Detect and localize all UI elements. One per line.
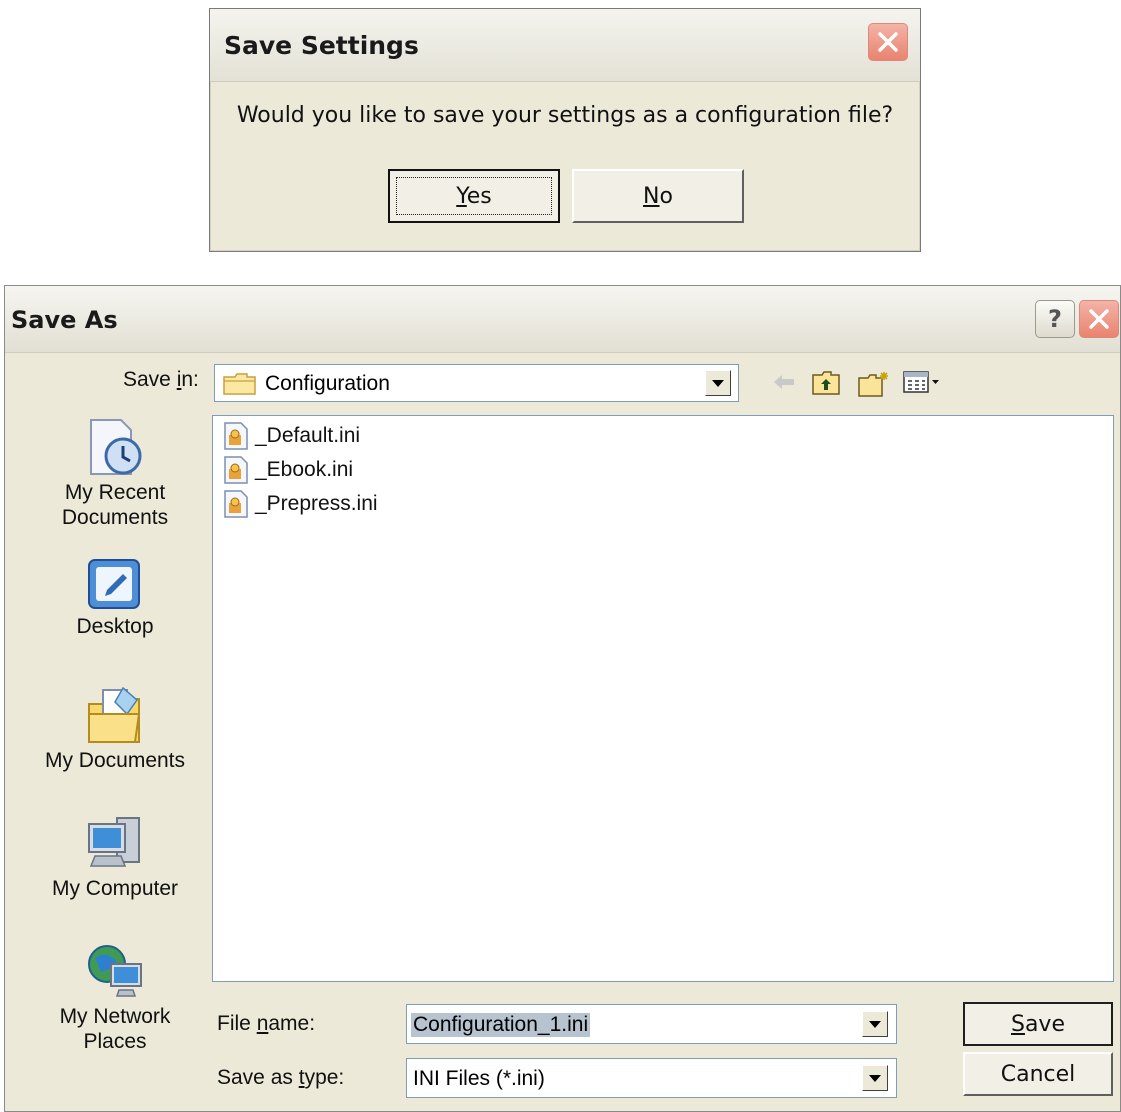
save-as-type-dropdown[interactable]: INI Files (*.ini) xyxy=(406,1058,897,1098)
save-as-type-value: INI Files (*.ini) xyxy=(413,1067,545,1090)
focus-rectangle xyxy=(396,177,552,215)
cancel-button[interactable]: Cancel xyxy=(963,1052,1113,1096)
help-icon: ? xyxy=(1048,305,1062,333)
close-button[interactable] xyxy=(1079,300,1119,338)
save-accelerator: S xyxy=(1010,1011,1025,1037)
save-in-label-b: n: xyxy=(181,368,199,391)
save-in-value: Configuration xyxy=(265,372,390,395)
save-in-dropdown[interactable]: Configuration xyxy=(214,364,739,402)
up-folder-icon[interactable] xyxy=(811,370,841,396)
list-item[interactable]: _Prepress.ini xyxy=(221,488,378,520)
views-menu-icon[interactable] xyxy=(903,370,943,396)
place-my-network-places[interactable]: My Network Places xyxy=(35,940,195,1054)
save-as-type-label-b: ype: xyxy=(304,1066,345,1089)
place-my-recent-documents[interactable]: My Recent Documents xyxy=(35,416,195,530)
no-button[interactable]: No xyxy=(572,169,744,223)
desktop-icon xyxy=(88,559,140,609)
close-icon xyxy=(1089,309,1109,329)
no-accelerator: N xyxy=(643,183,660,209)
my-documents-icon xyxy=(88,686,141,743)
place-label: My Network xyxy=(59,1005,171,1028)
file-name-input[interactable]: Configuration_1.ini xyxy=(406,1004,897,1044)
list-item[interactable]: _Ebook.ini xyxy=(221,454,353,486)
file-name: _Default.ini xyxy=(255,424,361,447)
file-name: _Prepress.ini xyxy=(255,492,378,515)
my-computer-icon xyxy=(88,817,140,867)
place-label: Places xyxy=(83,1030,147,1053)
chevron-down-icon[interactable] xyxy=(862,1011,888,1037)
no-label-rest: o xyxy=(659,183,673,209)
close-button[interactable] xyxy=(868,23,908,61)
save-as-type-label: Save as type: xyxy=(217,1066,344,1090)
save-label-rest: ave xyxy=(1024,1011,1065,1037)
place-my-computer[interactable]: My Computer xyxy=(35,812,195,901)
save-in-label: Save in: xyxy=(123,368,199,392)
ini-file-icon xyxy=(224,456,248,484)
save-as-title: Save As xyxy=(11,306,118,334)
yes-button[interactable]: Yes xyxy=(388,169,560,223)
save-as-dialog: Save As ? Save in: Configuration My Rece… xyxy=(4,285,1121,1112)
file-name-label-a: File xyxy=(217,1012,257,1035)
place-label: My Documents xyxy=(44,749,186,772)
ini-file-icon xyxy=(224,490,248,518)
file-name-label: File name: xyxy=(217,1012,315,1036)
file-name: _Ebook.ini xyxy=(255,458,354,481)
place-desktop[interactable]: Desktop xyxy=(35,554,195,639)
cancel-button-label: Cancel xyxy=(1000,1061,1076,1087)
place-my-documents[interactable]: My Documents xyxy=(35,684,195,773)
close-icon xyxy=(878,32,898,52)
place-label: My Computer xyxy=(51,877,179,900)
save-settings-dialog: Save Settings Would you like to save you… xyxy=(209,8,921,252)
save-button-label: Save xyxy=(1011,1012,1065,1037)
back-arrow-icon[interactable] xyxy=(771,370,797,394)
help-button[interactable]: ? xyxy=(1035,300,1075,338)
chevron-down-icon[interactable] xyxy=(862,1065,888,1091)
chevron-down-icon[interactable] xyxy=(705,370,731,396)
save-in-label-a: Save xyxy=(123,368,177,391)
file-name-value: Configuration_1.ini xyxy=(411,1013,591,1037)
new-folder-icon[interactable] xyxy=(857,370,891,398)
save-as-titlebar[interactable]: Save As ? xyxy=(5,286,1120,353)
place-label: Desktop xyxy=(76,615,154,638)
list-item[interactable]: _Default.ini xyxy=(221,420,360,452)
file-name-accelerator: n xyxy=(256,1012,269,1035)
recent-documents-icon xyxy=(90,419,142,475)
save-as-type-label-a: Save as xyxy=(217,1066,299,1089)
file-name-label-b: ame: xyxy=(268,1012,316,1035)
folder-icon xyxy=(223,373,256,395)
place-label: My Recent xyxy=(64,481,166,504)
save-button[interactable]: Save xyxy=(963,1002,1113,1046)
file-list[interactable]: _Default.ini _Ebook.ini _Prepress.ini xyxy=(212,415,1114,982)
save-settings-message: Would you like to save your settings as … xyxy=(236,103,894,128)
ini-file-icon xyxy=(224,422,248,450)
no-button-label: No xyxy=(643,184,673,209)
save-settings-titlebar[interactable]: Save Settings xyxy=(210,9,920,82)
save-settings-title: Save Settings xyxy=(224,31,419,60)
network-places-icon xyxy=(88,945,142,997)
place-label: Documents xyxy=(61,506,169,529)
